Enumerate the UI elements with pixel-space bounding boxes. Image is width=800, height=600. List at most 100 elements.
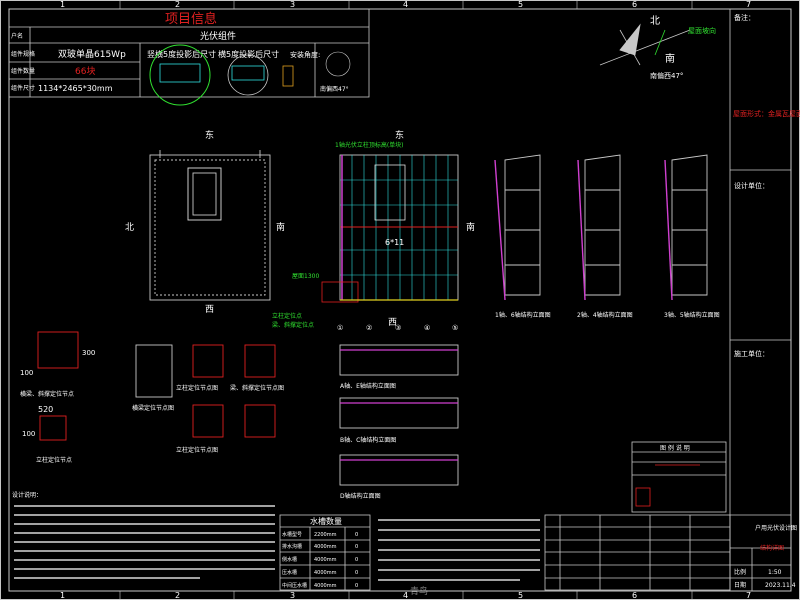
title-remarks: 备注：: [734, 13, 755, 22]
plan-east: 东: [205, 129, 214, 141]
section-b-c: B轴、C轴结构立面图: [340, 436, 396, 444]
title-drawing-name: 结构详图: [760, 544, 784, 552]
ruler-top-5: 5: [518, 0, 523, 9]
notes-text-lines: [14, 505, 275, 579]
elevation-sections: [494, 154, 708, 301]
title-date-value: 2023.11.4: [765, 582, 796, 589]
module-sketch-3: [282, 65, 294, 87]
water-row-1-qty: 0: [355, 532, 358, 538]
section-d: D轴结构立面图: [340, 492, 381, 500]
cad-drawing: 1 2 3 4 5 6 7 1 2 3 4 5 6 7 项目信息 光伏组件 户名…: [0, 0, 800, 600]
detail-dim-2: 300: [82, 349, 95, 357]
section-1-6: 1轴、6轴结构立面图: [495, 311, 551, 319]
plan-north: 北: [125, 222, 134, 233]
mount-text: 竖横5度投影后尺寸: [147, 49, 216, 59]
ruler-bottom-5: 5: [518, 591, 523, 600]
detail-5: 梁、斜撑定位节点图: [230, 384, 284, 392]
ruler-bottom-3: 3: [290, 591, 295, 600]
array-east: 东: [395, 129, 404, 141]
axis-mark-4: ④: [424, 324, 430, 332]
ruler-top-3: 3: [290, 0, 295, 9]
array-south: 南: [466, 221, 475, 233]
module-sketch-1: [159, 63, 201, 83]
ruler-top-4: 4: [403, 0, 408, 9]
compass-north: 北: [650, 15, 660, 27]
module-size: 1134*2465*30mm: [38, 84, 113, 93]
water-row-2-len: 4000mm: [314, 544, 337, 550]
detail-dim-4: 100: [22, 430, 35, 438]
compass-rose-icon: [599, 23, 691, 66]
module-circle-2: [227, 54, 269, 96]
ruler-bottom-7: 7: [746, 591, 751, 600]
ruler-bottom-6: 6: [632, 591, 637, 600]
axis-mark-1: ①: [337, 324, 343, 332]
material-table: [544, 514, 731, 591]
detail-dim-3: 520: [38, 405, 53, 414]
detail-4: 横梁定位节点图: [132, 404, 174, 412]
watermark: 青鸟: [410, 585, 428, 597]
detail-6: 立柱定位节点图: [176, 446, 218, 454]
section-2-4: 2轴、4轴结构立面图: [577, 311, 633, 319]
mount-text-2: 横5度投影后尺寸: [218, 49, 279, 59]
water-row-4-name: 压水槽: [282, 569, 297, 576]
section-a-e: A轴、E轴结构立面图: [340, 382, 396, 390]
array-title: 1轴光伏立柱顶标高(单块): [335, 141, 404, 149]
project-info-subheader: 光伏组件: [200, 30, 236, 42]
notes-2-text-lines: [378, 519, 540, 581]
row-label-size: 组件尺寸: [11, 84, 35, 92]
water-row-5-len: 4000mm: [314, 583, 337, 589]
ruler-top-7: 7: [746, 0, 751, 9]
title-block: [729, 9, 791, 591]
water-row-2-qty: 0: [355, 544, 358, 550]
water-table-grid: [279, 514, 371, 591]
water-row-3-name: 侧水槽: [282, 556, 297, 563]
module-spec: 双玻单晶615Wp: [58, 48, 126, 60]
detail-3: 立柱定位节点图: [176, 384, 218, 392]
water-row-4-qty: 0: [355, 570, 358, 576]
legend-title: 图 例 说 明: [660, 444, 690, 452]
water-row-2-name: 排水沟槽: [282, 543, 302, 550]
compass-caption: 南偏西47°: [650, 71, 683, 80]
array-tag-2: 立柱定位点: [272, 312, 302, 320]
ruler-bottom-2: 2: [175, 591, 180, 600]
project-info-header: 项目信息: [165, 11, 217, 27]
compass-south: 南: [665, 52, 675, 65]
array-tag-3: 梁、斜撑定位点: [272, 321, 314, 329]
water-row-5-name: 中间压水槽: [282, 582, 307, 589]
array-count: 6*11: [385, 238, 404, 247]
ruler-top-2: 2: [175, 0, 180, 9]
compass-sun-label: 屋面坡向: [688, 26, 716, 35]
array-tag-1: 屋面1300: [292, 273, 319, 280]
row-label-owner: 户名: [11, 32, 23, 40]
water-table-title: 水槽数量: [310, 516, 342, 526]
detail-dim-1: 100: [20, 369, 33, 377]
water-row-5-qty: 0: [355, 583, 358, 589]
title-scale-value: 1:50: [768, 569, 782, 576]
plan-south: 南: [276, 221, 285, 233]
section-3-5: 3轴、5轴结构立面图: [664, 311, 720, 319]
detail-2: 立柱定位节点: [36, 456, 72, 464]
title-scale-label: 比例: [734, 568, 746, 576]
module-sketch-2: [231, 65, 265, 81]
title-date-label: 日期: [734, 581, 746, 589]
ruler-top-1: 1: [60, 0, 65, 9]
module-quantity: 66块: [75, 65, 95, 77]
title-project-name: 户用光伏设计图: [755, 524, 797, 532]
water-row-3-len: 4000mm: [314, 557, 337, 563]
water-row-1-len: 2200mm: [314, 532, 337, 538]
axis-mark-3: ③: [395, 324, 401, 332]
notes-title: 设计说明：: [12, 491, 42, 499]
detail-1: 横梁、斜撑定位节点: [20, 390, 74, 398]
water-row-1-name: 水槽型号: [282, 531, 302, 538]
plan-west: 西: [205, 304, 214, 315]
axis-mark-2: ②: [366, 324, 372, 332]
title-design-unit: 设计单位：: [734, 181, 769, 190]
water-row-4-len: 4000mm: [314, 570, 337, 576]
title-construction-unit: 施工单位：: [734, 349, 769, 358]
array-layout: [321, 154, 459, 303]
row-label-spec: 组件规格: [11, 50, 35, 58]
water-row-3-qty: 0: [355, 557, 358, 563]
row-label-qty: 组件数量: [11, 67, 35, 75]
ruler-bottom-4: 4: [403, 591, 408, 600]
ruler-bottom-1: 1: [60, 591, 65, 600]
